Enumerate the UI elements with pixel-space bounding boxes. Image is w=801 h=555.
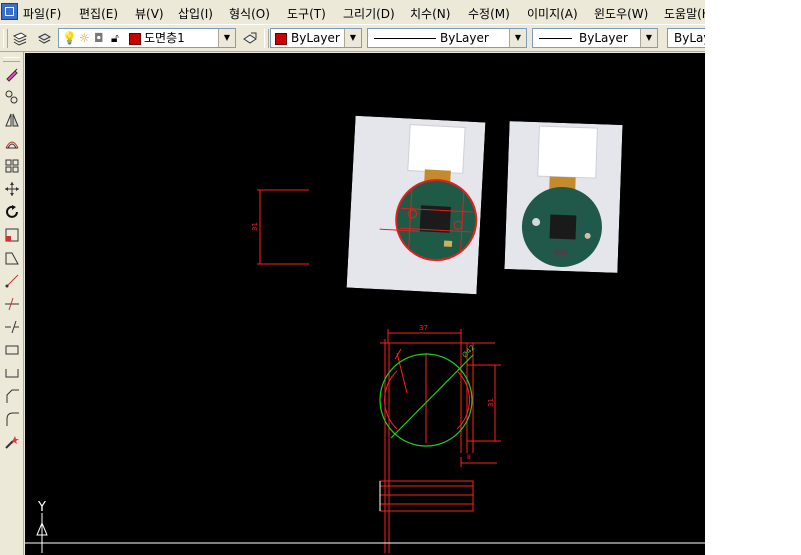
menu-dimension[interactable]: 치수(N) bbox=[410, 5, 450, 22]
trim-icon[interactable] bbox=[2, 271, 21, 290]
menu-view[interactable]: 뷰(V) bbox=[135, 5, 164, 22]
menu-image[interactable]: 이미지(A) bbox=[527, 5, 578, 22]
lineweight-value: ByLayer bbox=[579, 31, 628, 45]
explode-icon[interactable] bbox=[2, 432, 21, 451]
stretch-icon[interactable] bbox=[2, 248, 21, 267]
toolbar-grip[interactable] bbox=[3, 57, 20, 62]
layer-color-swatch bbox=[129, 33, 141, 45]
color-value: ByLayer bbox=[291, 31, 340, 45]
menu-bar: 파일(F) 편집(E) 뷰(V) 삽입(I) 형식(O) 도구(T) 그리기(D… bbox=[0, 0, 705, 24]
linetype-preview bbox=[374, 38, 436, 39]
toolbar-grip[interactable] bbox=[3, 29, 8, 48]
menu-format[interactable]: 형식(O) bbox=[229, 5, 270, 22]
fillet-icon[interactable] bbox=[2, 386, 21, 405]
chevron-down-icon[interactable]: ▼ bbox=[344, 29, 361, 47]
rotate-icon[interactable] bbox=[2, 202, 21, 221]
menu-file[interactable]: 파일(F) bbox=[23, 5, 61, 22]
array-icon[interactable] bbox=[2, 156, 21, 175]
make-current-layer-icon[interactable] bbox=[240, 29, 260, 48]
dim-small-label: 8 bbox=[467, 454, 471, 461]
lock-icon[interactable]: 🔓︎ bbox=[111, 29, 119, 47]
mirror-icon[interactable] bbox=[2, 110, 21, 129]
plotstyle-dropdown[interactable]: ByLayer bbox=[667, 28, 705, 48]
drawing-canvas[interactable]: 31 37 Ø42 31 8 Y bbox=[25, 53, 705, 555]
cad-geometry: 31 37 Ø42 31 8 Y bbox=[25, 189, 705, 553]
menu-edit[interactable]: 편집(E) bbox=[79, 5, 118, 22]
color-swatch bbox=[275, 33, 287, 45]
app-icon[interactable] bbox=[1, 3, 18, 20]
menu-help[interactable]: 도움말(H) bbox=[664, 5, 705, 22]
menu-modify[interactable]: 수정(M) bbox=[468, 5, 510, 22]
menu-tools[interactable]: 도구(T) bbox=[287, 5, 326, 22]
dim-left-label: 31 bbox=[251, 222, 259, 231]
copy-icon[interactable] bbox=[2, 87, 21, 106]
offset-icon[interactable] bbox=[2, 133, 21, 152]
linetype-dropdown[interactable]: ByLayer ▼ bbox=[367, 28, 527, 48]
dim-right-label: 31 bbox=[487, 398, 495, 407]
menu-window[interactable]: 윈도우(W) bbox=[594, 5, 648, 22]
layer-name: 도면층1 bbox=[144, 31, 185, 45]
dim-diameter-label: Ø42 bbox=[461, 344, 477, 360]
color-dropdown[interactable]: ByLayer ▼ bbox=[270, 28, 362, 48]
sun-icon[interactable]: ☼ bbox=[79, 29, 90, 47]
dim-top-label: 37 bbox=[419, 324, 428, 332]
lightbulb-icon[interactable]: 💡 bbox=[62, 29, 77, 47]
menu-draw[interactable]: 그리기(D) bbox=[343, 5, 395, 22]
lineweight-dropdown[interactable]: ByLayer ▼ bbox=[532, 28, 658, 48]
toolbar-grip[interactable] bbox=[264, 29, 269, 48]
modify-toolbar bbox=[0, 52, 24, 555]
layer-previous-icon[interactable] bbox=[34, 29, 54, 48]
cad-application-window: 파일(F) 편집(E) 뷰(V) 삽입(I) 형식(O) 도구(T) 그리기(D… bbox=[0, 0, 705, 555]
scale-icon[interactable] bbox=[2, 225, 21, 244]
erase-icon[interactable] bbox=[2, 64, 21, 83]
menu-insert[interactable]: 삽입(I) bbox=[178, 5, 213, 22]
chevron-down-icon[interactable]: ▼ bbox=[509, 29, 526, 47]
break-icon[interactable] bbox=[2, 317, 21, 336]
chevron-down-icon[interactable]: ▼ bbox=[640, 29, 657, 47]
layer-dropdown[interactable]: 💡 ☼ ◘ 🔓︎ 도면층1 ▼ bbox=[58, 28, 236, 48]
linetype-value: ByLayer bbox=[440, 31, 489, 45]
freeze-icon[interactable]: ◘ bbox=[94, 29, 104, 47]
ucs-y-label: Y bbox=[37, 500, 46, 515]
lineweight-preview bbox=[539, 38, 572, 39]
move-icon[interactable] bbox=[2, 179, 21, 198]
chamfer-icon[interactable] bbox=[2, 363, 21, 382]
plotstyle-value: ByLayer bbox=[674, 31, 705, 45]
join-icon[interactable] bbox=[2, 340, 21, 359]
fillet-round-icon[interactable] bbox=[2, 409, 21, 428]
chevron-down-icon[interactable]: ▼ bbox=[218, 29, 235, 47]
layer-manager-icon[interactable] bbox=[10, 29, 30, 48]
properties-toolbar: 💡 ☼ ◘ 🔓︎ 도면층1 ▼ ByLayer ▼ ByLayer ▼ ByLa… bbox=[0, 24, 705, 52]
extend-icon[interactable] bbox=[2, 294, 21, 313]
